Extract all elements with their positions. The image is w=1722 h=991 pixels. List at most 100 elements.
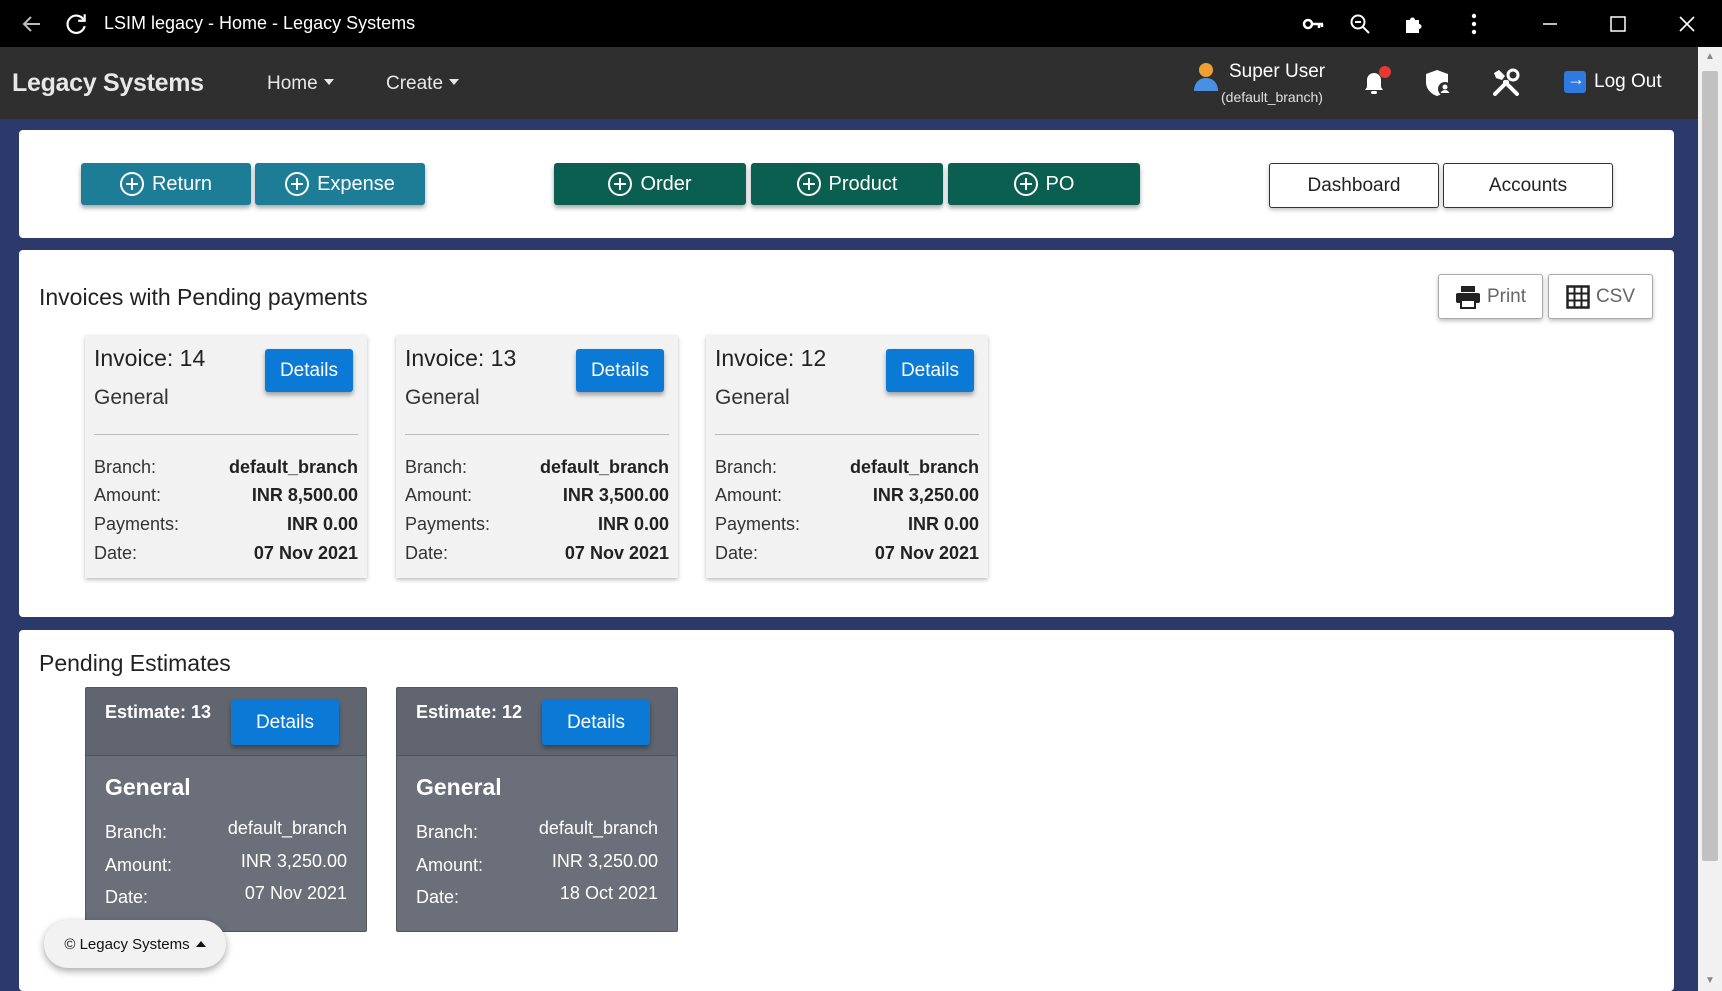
key-icon[interactable] [1295, 0, 1331, 47]
payments-label: Payments: [405, 514, 491, 534]
back-arrow-icon[interactable] [14, 0, 50, 47]
scroll-up-icon[interactable]: ▲ [1698, 47, 1722, 67]
invoice-number: Invoice: 13 [405, 345, 517, 371]
date-label: Date: [416, 887, 460, 907]
divider [94, 434, 358, 435]
brand-logo[interactable]: Legacy Systems [12, 69, 204, 98]
plus-circle-icon [285, 172, 310, 196]
amount-value: INR 3,250.00 [551, 851, 658, 871]
nav-create-dropdown[interactable]: Create [386, 73, 460, 95]
plus-circle-icon [608, 172, 633, 196]
invoice-type: General [715, 386, 790, 409]
close-icon[interactable] [1667, 0, 1707, 47]
payments-value: INR 0.00 [286, 514, 358, 534]
estimate-amount-row: Amount: INR 3,250.00 [105, 851, 347, 877]
date-value: 07 Nov 2021 [874, 543, 979, 563]
branch-value: default_branch [539, 457, 669, 477]
branch-value: default_branch [849, 457, 979, 477]
order-button[interactable]: Order [554, 163, 746, 205]
estimate-type: General [416, 774, 502, 800]
maximize-icon[interactable] [1598, 0, 1638, 47]
date-value: 07 Nov 2021 [244, 883, 347, 903]
user-name: Super User [1229, 61, 1326, 82]
payments-value: INR 0.00 [597, 514, 669, 534]
pending-invoices-panel: Invoices with Pending payments Print CSV… [19, 250, 1674, 617]
more-menu-icon[interactable] [1456, 0, 1492, 47]
invoice-branch-row: Branch: default_branch [715, 457, 979, 483]
csv-label: CSV [1595, 285, 1636, 307]
footer-toggle-button[interactable]: © Legacy Systems [44, 920, 226, 968]
estimate-card: Estimate: 13 Details General Branch: defa… [85, 687, 367, 932]
logout-label: Log Out [1594, 71, 1662, 92]
estimate-card: Estimate: 12 Details General Branch: defa… [396, 687, 678, 932]
footer-label: © Legacy Systems [64, 935, 190, 953]
date-label: Date: [105, 887, 149, 907]
product-button[interactable]: Product [751, 163, 943, 205]
invoice-card: Invoice: 12 General Details Branch: defau… [706, 335, 988, 578]
divider [715, 434, 979, 435]
amount-label: Amount: [416, 855, 484, 875]
payments-label: Payments: [94, 514, 180, 534]
payments-value: INR 0.00 [907, 514, 979, 534]
minimize-icon[interactable] [1530, 0, 1570, 47]
invoice-payments-row: Payments: INR 0.00 [94, 514, 358, 540]
order-label: Order [640, 172, 692, 195]
pending-estimates-panel: Pending Estimates Estimate: 13 Details G… [19, 630, 1674, 991]
invoice-card: Invoice: 14 General Details Branch: defau… [85, 335, 367, 578]
chevron-down-icon [449, 79, 460, 85]
invoice-type: General [94, 386, 169, 409]
estimate-branch-row: Branch: default_branch [416, 818, 658, 844]
product-label: Product [828, 172, 898, 195]
logout-icon [1564, 69, 1586, 93]
estimate-details-button[interactable]: Details [231, 700, 339, 745]
amount-label: Amount: [405, 485, 473, 505]
reload-icon[interactable] [58, 0, 94, 47]
branch-label: Branch: [105, 822, 168, 842]
user-branch: (default_branch) [1221, 89, 1323, 105]
quick-actions-panel: Return Expense Order Product PO Dashboar… [19, 130, 1674, 238]
date-label: Date: [405, 543, 449, 563]
admin-shield-icon[interactable] [1421, 65, 1457, 101]
amount-label: Amount: [715, 485, 783, 505]
branch-value: default_branch [538, 818, 658, 838]
nav-home-dropdown[interactable]: Home [267, 73, 334, 95]
section-title: Invoices with Pending payments [39, 284, 368, 310]
amount-value: INR 3,500.00 [562, 485, 669, 505]
invoice-payments-row: Payments: INR 0.00 [405, 514, 669, 540]
estimate-number: Estimate: 13 [105, 702, 212, 722]
expense-button[interactable]: Expense [255, 163, 425, 205]
tools-icon[interactable] [1488, 65, 1524, 101]
invoice-amount-row: Amount: INR 3,500.00 [405, 485, 669, 511]
estimate-details-button[interactable]: Details [542, 700, 650, 745]
po-button[interactable]: PO [948, 163, 1140, 205]
accounts-button[interactable]: Accounts [1443, 163, 1613, 208]
csv-button[interactable]: CSV [1548, 274, 1653, 319]
grid-icon [1566, 284, 1590, 309]
caret-up-icon [195, 941, 206, 947]
bell-icon[interactable] [1356, 65, 1392, 101]
invoice-details-button[interactable]: Details [886, 349, 974, 392]
estimate-branch-row: Branch: default_branch [105, 818, 347, 844]
invoice-date-row: Date: 07 Nov 2021 [94, 543, 358, 569]
logout-button[interactable]: Log Out [1564, 69, 1662, 93]
branch-label: Branch: [405, 457, 468, 477]
date-value: 07 Nov 2021 [564, 543, 669, 563]
invoice-number: Invoice: 14 [94, 345, 206, 371]
invoice-details-button[interactable]: Details [265, 349, 353, 392]
dashboard-button[interactable]: Dashboard [1269, 163, 1439, 208]
print-button[interactable]: Print [1438, 274, 1543, 319]
date-value: 18 Oct 2021 [559, 883, 658, 903]
extensions-icon[interactable] [1396, 0, 1432, 47]
scrollbar-thumb[interactable] [1702, 71, 1718, 861]
branch-label: Branch: [94, 457, 157, 477]
amount-label: Amount: [105, 855, 173, 875]
invoice-details-button[interactable]: Details [576, 349, 664, 392]
printer-icon [1455, 285, 1480, 309]
return-button[interactable]: Return [81, 163, 251, 205]
plus-circle-icon [796, 172, 821, 196]
scroll-down-icon[interactable]: ▼ [1698, 971, 1722, 991]
top-navbar: Legacy Systems Home Create Super User (d… [0, 47, 1698, 119]
zoom-icon[interactable] [1342, 0, 1378, 47]
divider [405, 434, 669, 435]
page-scrollbar[interactable]: ▲ ▼ [1698, 47, 1722, 991]
